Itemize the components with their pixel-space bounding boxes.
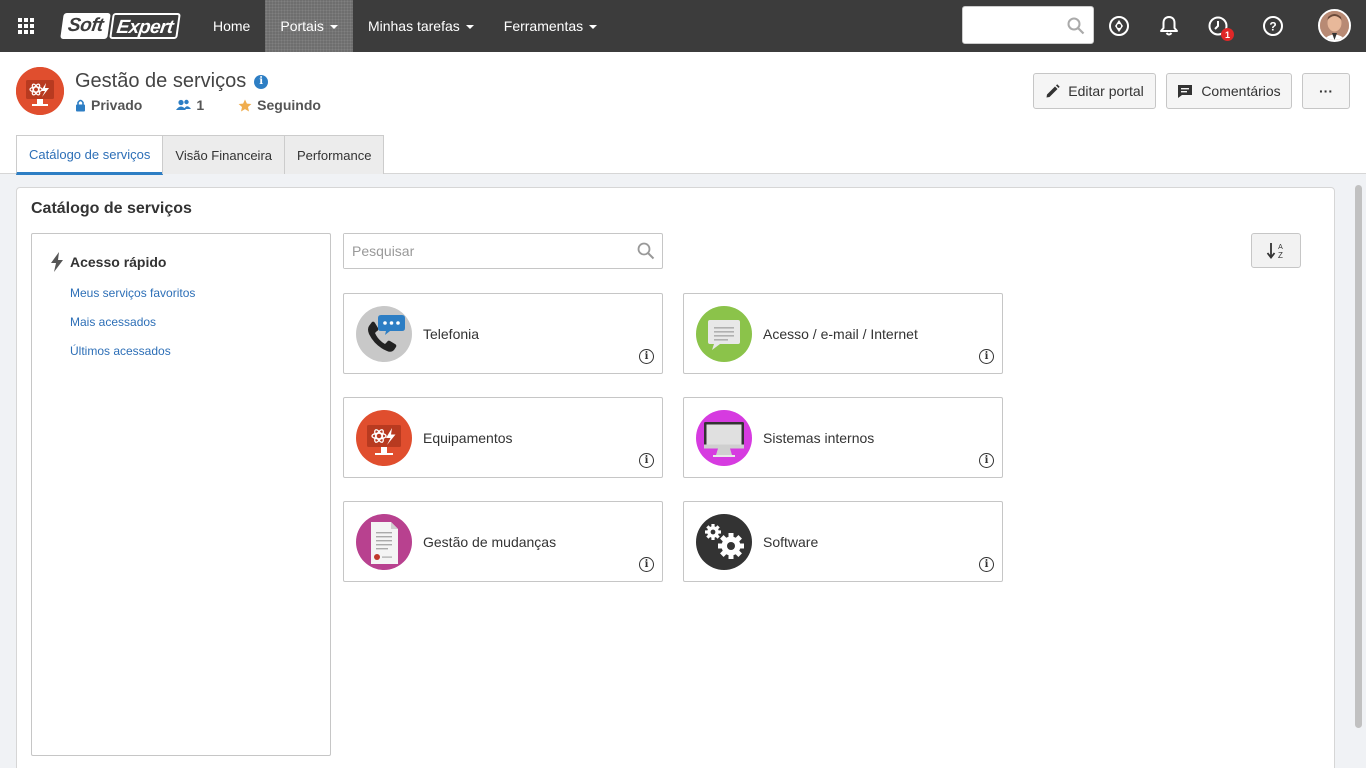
tab-performance[interactable]: Performance: [284, 135, 385, 174]
nav-ferramentas[interactable]: Ferramentas: [489, 0, 612, 52]
bell-icon[interactable]: [1157, 14, 1181, 38]
nav-portais-label: Portais: [280, 18, 324, 34]
tab-visao-financeira[interactable]: Visão Financeira: [162, 135, 285, 174]
following-status[interactable]: Seguindo: [238, 97, 321, 113]
logo-expert-text: Expert: [109, 13, 181, 39]
tab-label: Performance: [297, 147, 372, 163]
users-icon: [176, 99, 192, 110]
search-icon[interactable]: [637, 242, 655, 260]
quick-access-title: Acesso rápido: [50, 252, 166, 272]
nav-home-label: Home: [213, 18, 251, 34]
info-icon[interactable]: i: [979, 453, 994, 468]
gears-icon: [696, 514, 752, 570]
comments-label: Comentários: [1201, 83, 1281, 99]
compass-navigate-icon[interactable]: [1107, 14, 1131, 38]
user-avatar[interactable]: [1318, 9, 1351, 42]
info-icon[interactable]: i: [639, 557, 654, 572]
global-search-input[interactable]: [962, 6, 1094, 44]
chevron-down-icon: [589, 24, 598, 29]
link-ultimos-acessados[interactable]: Últimos acessados: [70, 344, 171, 358]
softexpert-logo[interactable]: Soft Expert: [60, 12, 188, 40]
star-icon: [238, 99, 252, 111]
sort-alpha-icon: AZ: [1266, 242, 1283, 260]
info-icon[interactable]: i: [639, 453, 654, 468]
info-icon[interactable]: i: [979, 349, 994, 364]
portal-header: Gestão de serviços i Privado 1 Seguindo …: [0, 52, 1366, 175]
computer-icon: [696, 410, 752, 466]
service-label: Equipamentos: [423, 430, 513, 446]
page-scrollbar[interactable]: [1355, 185, 1362, 728]
tab-catalogo-de-servicos[interactable]: Catálogo de serviços: [16, 135, 164, 175]
catalog-search: [343, 233, 663, 269]
link-mais-acessados[interactable]: Mais acessados: [70, 315, 156, 329]
catalog-title: Catálogo de serviços: [31, 200, 192, 217]
catalog-panel: Catálogo de serviços Acesso rápido Meus …: [16, 187, 1335, 768]
edit-portal-label: Editar portal: [1068, 83, 1144, 99]
portal-meta: Privado 1 Seguindo: [75, 97, 355, 113]
nav-portais[interactable]: Portais: [265, 0, 353, 52]
privacy-label: Privado: [91, 97, 143, 113]
more-options-label: ···: [1319, 83, 1333, 99]
page-title: Gestão de serviços i: [75, 70, 269, 93]
svg-text:Z: Z: [1278, 251, 1283, 260]
svg-text:?: ?: [1269, 20, 1276, 34]
logo-soft-text: Soft: [60, 13, 111, 39]
tab-label: Visão Financeira: [175, 147, 272, 163]
info-icon[interactable]: i: [639, 349, 654, 364]
help-icon[interactable]: ?: [1261, 14, 1285, 38]
svg-text:A: A: [1278, 244, 1283, 251]
main-nav: Home Portais Minhas tarefas Ferramentas: [198, 0, 612, 52]
following-label: Seguindo: [257, 97, 321, 113]
page-title-text: Gestão de serviços: [75, 70, 247, 92]
lightning-icon: [51, 252, 63, 272]
service-card-sistemas-internos[interactable]: Sistemas internos i: [683, 397, 1003, 478]
info-icon[interactable]: i: [979, 557, 994, 572]
portal-tabs: Catálogo de serviços Visão Financeira Pe…: [16, 135, 385, 175]
notification-badge: 1: [1221, 28, 1234, 41]
service-card-equipamentos[interactable]: Equipamentos i: [343, 397, 663, 478]
chevron-down-icon: [329, 24, 338, 29]
privacy-status: Privado: [75, 97, 142, 113]
service-label: Sistemas internos: [763, 430, 875, 446]
quick-access-box: Acesso rápido Meus serviços favoritos Ma…: [31, 233, 331, 756]
service-card-acesso-email-internet[interactable]: Acesso / e-mail / Internet i: [683, 293, 1003, 374]
nav-ferramentas-label: Ferramentas: [503, 18, 584, 34]
service-card-software[interactable]: Software i: [683, 501, 1003, 582]
message-bubble-icon: [696, 306, 752, 362]
comment-icon: [1178, 84, 1193, 98]
lock-icon: [76, 99, 85, 111]
service-card-telefonia[interactable]: Telefonia i: [343, 293, 663, 374]
info-icon[interactable]: i: [254, 74, 269, 89]
nav-minhas-tarefas[interactable]: Minhas tarefas: [353, 0, 489, 52]
tasks-clock-icon[interactable]: 1: [1206, 14, 1234, 41]
service-label: Acesso / e-mail / Internet: [763, 326, 918, 342]
members-label: 1: [196, 97, 205, 113]
document-certificate-icon: [356, 514, 412, 570]
sort-alpha-button[interactable]: AZ: [1251, 233, 1301, 268]
service-label: Telefonia: [423, 326, 480, 342]
link-meus-servicos-favoritos[interactable]: Meus serviços favoritos: [70, 286, 195, 300]
monitor-atom-icon: [16, 67, 64, 115]
quick-access-label: Acesso rápido: [70, 254, 167, 270]
comments-button[interactable]: Comentários: [1166, 73, 1292, 109]
telephone-chat-icon: [356, 306, 412, 362]
more-options-button[interactable]: ···: [1302, 73, 1350, 109]
service-label: Gestão de mudanças: [423, 534, 557, 550]
service-label: Software: [763, 534, 819, 550]
chevron-down-icon: [465, 24, 474, 29]
nav-minhas-tarefas-label: Minhas tarefas: [367, 18, 460, 34]
nav-home[interactable]: Home: [198, 0, 265, 52]
members-count[interactable]: 1: [176, 97, 204, 113]
apps-grid-icon[interactable]: [0, 0, 52, 52]
pencil-icon: [1046, 83, 1060, 97]
monitor-atom-icon: [356, 410, 412, 466]
search-icon[interactable]: [1067, 17, 1085, 35]
catalog-search-input[interactable]: [344, 234, 614, 268]
service-card-gestao-de-mudancas[interactable]: Gestão de mudanças i: [343, 501, 663, 582]
edit-portal-button[interactable]: Editar portal: [1033, 73, 1156, 109]
tab-label: Catálogo de serviços: [29, 146, 151, 162]
